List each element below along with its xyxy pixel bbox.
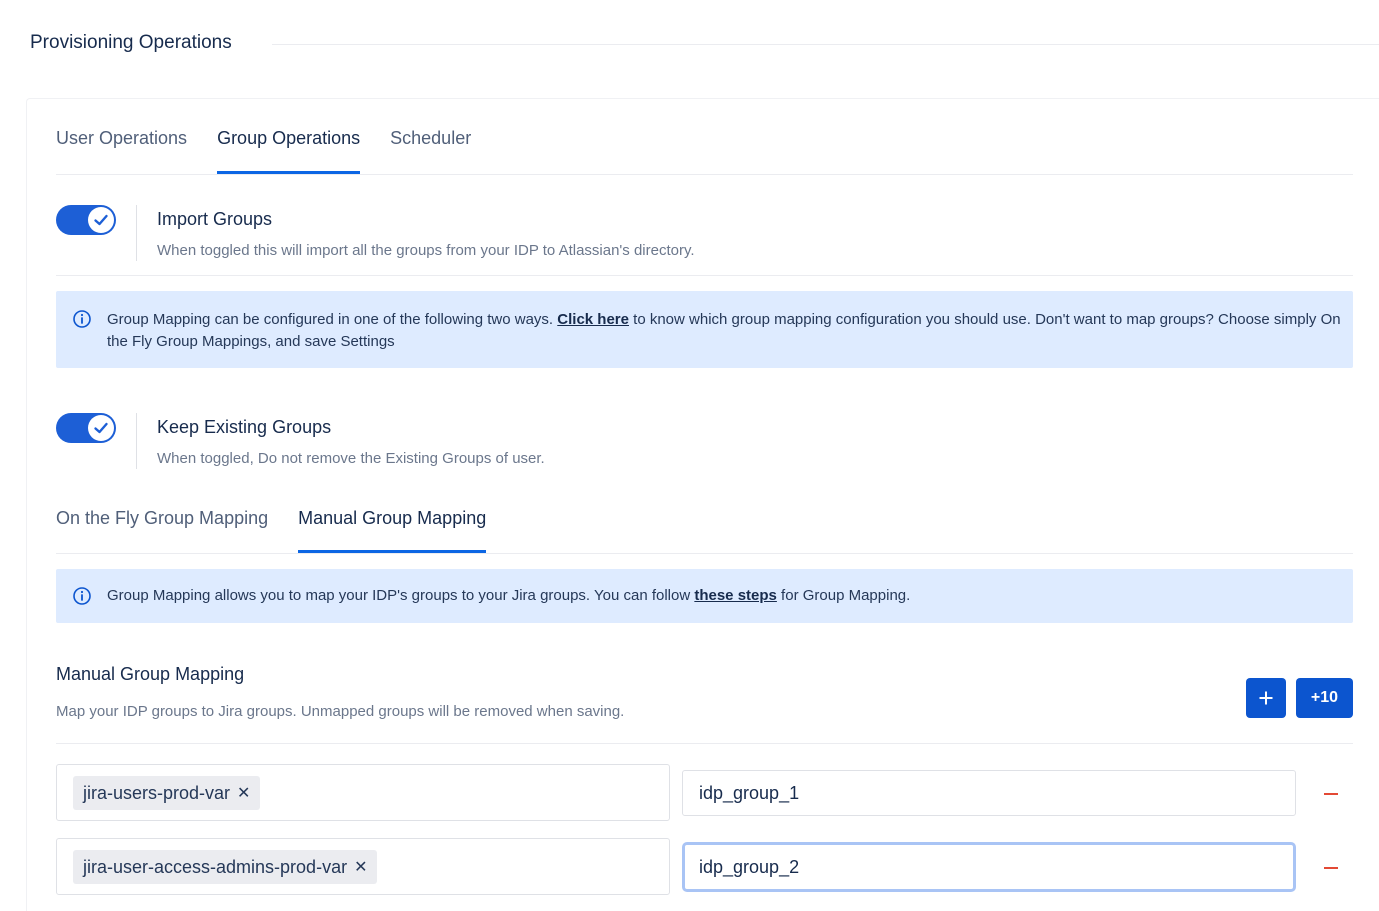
tab-scheduler[interactable]: Scheduler — [390, 120, 471, 174]
jira-group-chip: jira-users-prod-var ✕ — [73, 776, 261, 810]
page-title: Provisioning Operations — [30, 32, 232, 53]
these-steps-link[interactable]: these steps — [694, 587, 777, 604]
keep-existing-groups-setting: Keep Existing Groups When toggled, Do no… — [56, 413, 1353, 469]
tab-manual-group-mapping[interactable]: Manual Group Mapping — [298, 500, 487, 553]
manual-mapping-description: Map your IDP groups to Jira groups. Unma… — [56, 703, 625, 720]
check-icon — [88, 415, 114, 441]
tab-group-operations[interactable]: Group Operations — [217, 120, 361, 174]
group-mapping-info-banner: Group Mapping can be configured in one o… — [56, 291, 1353, 368]
import-groups-setting: Import Groups When toggled this will imp… — [56, 205, 1353, 261]
info-icon — [73, 587, 91, 605]
plus-icon — [1259, 691, 1273, 705]
jira-group-select[interactable]: jira-users-prod-var ✕ — [56, 764, 670, 821]
info-text-part: Group Mapping can be configured in one o… — [107, 311, 558, 328]
toggle-divider — [136, 413, 137, 469]
add-mapping-button[interactable] — [1246, 678, 1286, 718]
add-ten-mappings-button[interactable]: +10 — [1296, 678, 1353, 718]
idp-group-input[interactable] — [682, 842, 1296, 892]
info-icon — [73, 310, 91, 328]
close-icon[interactable]: ✕ — [237, 783, 250, 803]
toggle-divider — [136, 205, 137, 261]
divider — [56, 743, 1353, 744]
mapping-row: jira-user-access-admins-prod-var ✕ — [56, 838, 1353, 895]
remove-mapping-button[interactable] — [1318, 855, 1344, 881]
import-groups-title: Import Groups — [157, 209, 273, 229]
mapping-tabs: On the Fly Group Mapping Manual Group Ma… — [56, 500, 1353, 554]
info-text-part: for Group Mapping. — [776, 587, 911, 604]
jira-group-chip-label: jira-users-prod-var — [83, 782, 231, 803]
operations-tabs: User Operations Group Operations Schedul… — [56, 120, 1353, 175]
tab-user-operations[interactable]: User Operations — [56, 120, 187, 174]
close-icon[interactable]: ✕ — [354, 857, 367, 877]
remove-mapping-button[interactable] — [1318, 781, 1344, 807]
import-groups-toggle[interactable] — [56, 205, 116, 235]
minus-icon — [1324, 793, 1338, 795]
import-groups-description: When toggled this will import all the gr… — [157, 242, 695, 259]
keep-existing-groups-title: Keep Existing Groups — [157, 417, 332, 437]
info-banner-text: Group Mapping allows you to map your IDP… — [107, 585, 910, 607]
jira-group-select[interactable]: jira-user-access-admins-prod-var ✕ — [56, 838, 670, 895]
jira-group-chip: jira-user-access-admins-prod-var ✕ — [73, 850, 378, 884]
header-divider — [271, 43, 1379, 45]
minus-icon — [1324, 867, 1338, 869]
manual-mapping-title: Manual Group Mapping — [56, 664, 245, 684]
idp-group-input[interactable] — [682, 770, 1296, 816]
divider — [56, 275, 1353, 276]
info-text-part: Group Mapping allows you to map your IDP… — [107, 587, 695, 604]
keep-existing-groups-toggle[interactable] — [56, 413, 116, 443]
mapping-row: jira-users-prod-var ✕ — [56, 764, 1353, 821]
keep-existing-groups-description: When toggled, Do not remove the Existing… — [157, 450, 545, 467]
check-icon — [88, 207, 114, 233]
click-here-link[interactable]: Click here — [557, 311, 629, 328]
info-banner-text: Group Mapping can be configured in one o… — [107, 309, 1353, 368]
page-header: Provisioning Operations — [30, 32, 1379, 54]
tab-on-the-fly-group-mapping[interactable]: On the Fly Group Mapping — [56, 500, 268, 553]
manual-mapping-info-banner: Group Mapping allows you to map your IDP… — [56, 569, 1353, 623]
jira-group-chip-label: jira-user-access-admins-prod-var — [83, 856, 348, 877]
